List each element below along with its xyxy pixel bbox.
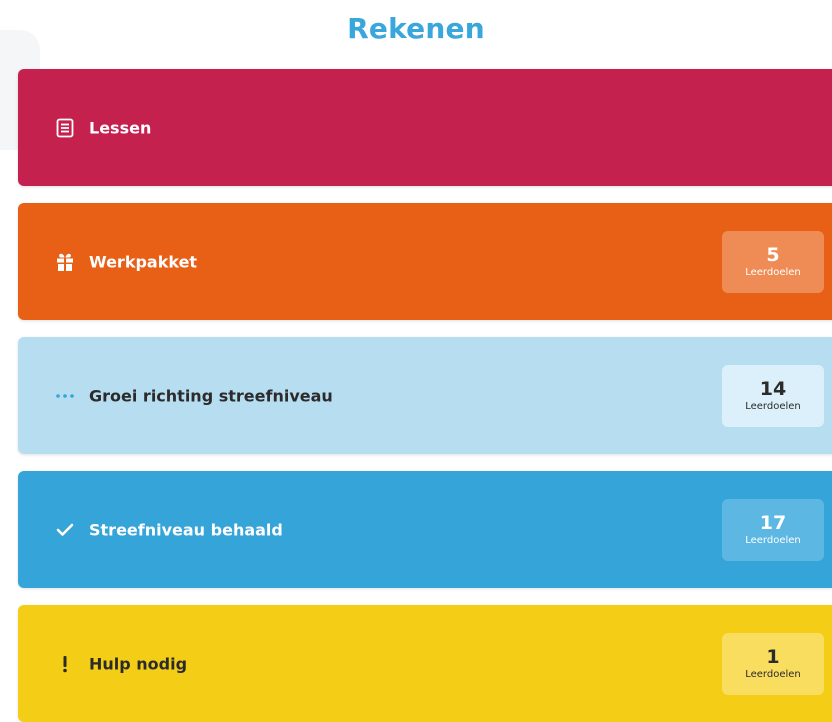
exclamation-icon [54, 653, 76, 675]
card-label: Hulp nodig [89, 654, 188, 673]
card-label: Streefniveau behaald [89, 520, 283, 539]
card-lessen[interactable]: Lessen [18, 69, 832, 186]
list-icon [54, 117, 76, 139]
gift-icon [54, 251, 76, 273]
card-streefniveau-behaald[interactable]: Streefniveau behaald 17 Leerdoelen [18, 471, 832, 588]
card-werkpakket[interactable]: Werkpakket 5 Leerdoelen [18, 203, 832, 320]
ellipsis-icon [54, 385, 76, 407]
count-badge: 17 Leerdoelen [722, 498, 824, 561]
count-unit: Leerdoelen [745, 668, 801, 680]
count-unit: Leerdoelen [745, 534, 801, 546]
count-unit: Leerdoelen [745, 400, 801, 412]
count-badge: 14 Leerdoelen [722, 364, 824, 427]
count-value: 17 [759, 511, 787, 534]
checkmark-icon [54, 519, 76, 541]
count-value: 5 [766, 243, 780, 266]
card-label: Werkpakket [89, 252, 198, 271]
count-value: 14 [759, 377, 787, 400]
count-value: 1 [766, 645, 780, 668]
card-groei-richting-streefniveau[interactable]: Groei richting streefniveau 14 Leerdoele… [18, 337, 832, 454]
page-title: Rekenen [347, 12, 485, 45]
card-label: Groei richting streefniveau [89, 386, 333, 405]
card-hulp-nodig[interactable]: Hulp nodig 1 Leerdoelen [18, 605, 832, 722]
count-badge: 5 Leerdoelen [722, 230, 824, 293]
card-label: Lessen [89, 118, 152, 137]
count-unit: Leerdoelen [745, 266, 801, 278]
count-badge: 1 Leerdoelen [722, 632, 824, 695]
